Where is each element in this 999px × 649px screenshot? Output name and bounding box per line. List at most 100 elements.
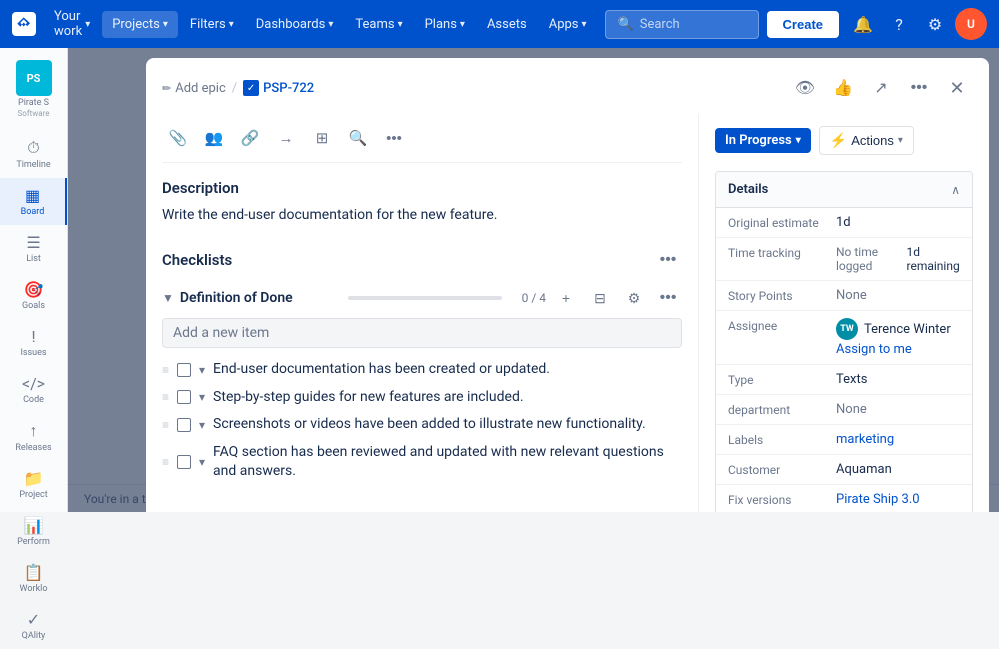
sidebar-item-workload[interactable]: 📋 Worklo — [0, 555, 67, 602]
original-estimate-value: 1d — [836, 215, 960, 230]
search-placeholder: Search — [640, 17, 680, 32]
like-button[interactable]: 👍 — [827, 72, 859, 104]
checklist-progress-bar-container — [348, 296, 502, 300]
sidebar-item-board[interactable]: ▦ Board — [0, 178, 67, 225]
nav-teams[interactable]: Teams ▾ — [345, 11, 412, 38]
sidebar-item-performance[interactable]: 📊 Perform — [0, 508, 67, 555]
checklist-group-more-button[interactable]: ••• — [654, 284, 682, 312]
labels-value[interactable]: marketing — [836, 432, 960, 447]
add-checklist-item-button[interactable]: + — [552, 284, 580, 312]
fix-versions-row: Fix versions Pirate Ship 3.0 — [716, 485, 972, 512]
labels-label: Labels — [728, 432, 828, 447]
sidebar-item-list[interactable]: ☰ List — [0, 225, 67, 272]
item-expand-icon[interactable]: ▾ — [199, 455, 205, 469]
assignee-avatar: TW — [836, 318, 858, 340]
help-icon[interactable]: ? — [883, 8, 915, 40]
actions-button[interactable]: ⚡ Actions ▾ — [819, 126, 914, 155]
original-estimate-label: Original estimate — [728, 215, 828, 230]
settings-icon[interactable]: ⚙ — [919, 8, 951, 40]
type-value: Texts — [836, 372, 960, 387]
checklist-progress-text: 0 / 4 — [516, 291, 546, 305]
modal-body: 📎 👥 🔗 → ⊞ 🔍 ••• Description Write the en… — [146, 114, 989, 512]
status-badge[interactable]: In Progress ▾ — [715, 128, 811, 153]
add-epic-link[interactable]: ✏ Add epic — [162, 81, 226, 96]
search-bar[interactable]: 🔍 Search — [605, 10, 759, 39]
attach-button[interactable]: 📎 — [162, 122, 194, 154]
status-actions-row: In Progress ▾ ⚡ Actions ▾ — [715, 126, 973, 155]
original-estimate-row: Original estimate 1d — [716, 208, 972, 238]
sidebar-item-goals[interactable]: 🎯 Goals — [0, 272, 67, 319]
assignee-name: Terence Winter — [864, 322, 951, 337]
modal-header-actions: 👁 👍 ↗ ••• ✕ — [789, 72, 973, 104]
item-text: End-user documentation has been created … — [213, 360, 682, 380]
issue-toolbar: 📎 👥 🔗 → ⊞ 🔍 ••• — [162, 114, 682, 163]
details-title: Details — [728, 182, 951, 197]
sidebar-item-releases[interactable]: ↑ Releases — [0, 413, 67, 461]
notification-icon[interactable]: 🔔 — [847, 8, 879, 40]
nav-apps[interactable]: Apps ▾ — [539, 11, 597, 38]
checklist-view-button[interactable]: ⊟ — [586, 284, 614, 312]
more-options-button[interactable]: ••• — [903, 72, 935, 104]
labels-row: Labels marketing — [716, 425, 972, 455]
user-avatar[interactable]: U — [955, 8, 987, 40]
sidebar-item-timeline[interactable]: ⏱ Timeline — [0, 130, 67, 178]
sidebar-item-quality[interactable]: ✓ QAlity — [0, 602, 67, 649]
checklists-more-button[interactable]: ••• — [654, 246, 682, 274]
item-checkbox[interactable] — [177, 390, 191, 404]
create-button[interactable]: Create — [767, 11, 839, 38]
nav-assets[interactable]: Assets — [477, 11, 537, 38]
close-modal-button[interactable]: ✕ — [941, 72, 973, 104]
item-expand-icon[interactable]: ▾ — [199, 418, 205, 432]
nav-your-work[interactable]: Your work ▾ — [44, 3, 100, 45]
drag-handle-icon[interactable]: ≡ — [162, 455, 169, 469]
item-expand-icon[interactable]: ▾ — [199, 363, 205, 377]
issue-id-badge[interactable]: ✓ PSP-722 — [243, 80, 314, 96]
child-issues-button[interactable]: 👥 — [198, 122, 230, 154]
chevron-down-icon: ▾ — [328, 19, 333, 30]
toolbar-more-button[interactable]: ••• — [378, 122, 410, 154]
checklist-collapse-icon[interactable]: ▼ — [162, 291, 174, 305]
add-item-input[interactable]: Add a new item — [162, 318, 682, 348]
checklist-settings-button[interactable]: ⚙ — [620, 284, 648, 312]
customer-label: Customer — [728, 462, 828, 477]
top-navigation: Your work ▾ Projects ▾ Filters ▾ Dashboa… — [0, 0, 999, 48]
assignee-name-row: TW Terence Winter — [836, 318, 951, 340]
nav-plans[interactable]: Plans ▾ — [415, 11, 475, 38]
nav-dashboards[interactable]: Dashboards ▾ — [246, 11, 344, 38]
goals-icon: 🎯 — [24, 280, 44, 299]
nav-projects[interactable]: Projects ▾ — [102, 11, 178, 38]
watch-button[interactable]: 👁 — [789, 72, 821, 104]
chevron-down-icon: ▾ — [85, 19, 90, 30]
share-button[interactable]: ↗ — [865, 72, 897, 104]
item-text: FAQ section has been reviewed and update… — [213, 443, 682, 482]
checklist-group: ▼ Definition of Done 0 / 4 + ⊟ ⚙ ••• — [162, 284, 682, 486]
link-button[interactable]: 🔗 — [234, 122, 266, 154]
item-checkbox[interactable] — [177, 455, 191, 469]
sidebar-item-issues[interactable]: ! Issues — [0, 319, 67, 366]
drag-handle-icon[interactable]: ≡ — [162, 363, 169, 377]
assign-to-me-link[interactable]: Assign to me — [836, 342, 912, 357]
drag-handle-icon[interactable]: ≡ — [162, 418, 169, 432]
fix-versions-value[interactable]: Pirate Ship 3.0 — [836, 492, 960, 507]
apps-button[interactable]: ⊞ — [306, 122, 338, 154]
nav-filters[interactable]: Filters ▾ — [180, 11, 244, 38]
project-name: Pirate S Software — [4, 98, 63, 118]
list-icon: ☰ — [26, 233, 40, 252]
item-expand-icon[interactable]: ▾ — [199, 390, 205, 404]
item-checkbox[interactable] — [177, 363, 191, 377]
no-time-logged: No time logged — [836, 245, 899, 273]
drag-handle-icon[interactable]: ≡ — [162, 390, 169, 404]
checklist-item: ≡ ▾ End-user documentation has been crea… — [162, 356, 682, 384]
search-button[interactable]: 🔍 — [342, 122, 374, 154]
department-value: None — [836, 402, 960, 417]
chevron-down-icon: ▾ — [398, 19, 403, 30]
type-label: Type — [728, 372, 828, 387]
sidebar-item-project[interactable]: 📁 Project — [0, 461, 67, 508]
time-tracking-label: Time tracking — [728, 245, 828, 260]
details-header[interactable]: Details ∧ — [716, 172, 972, 208]
breadcrumb: ✏ Add epic / ✓ PSP-722 — [162, 80, 781, 96]
story-points-row: Story Points None — [716, 281, 972, 311]
sidebar-item-code[interactable]: </> Code — [0, 366, 67, 413]
pin-button[interactable]: → — [270, 122, 302, 154]
item-checkbox[interactable] — [177, 418, 191, 432]
